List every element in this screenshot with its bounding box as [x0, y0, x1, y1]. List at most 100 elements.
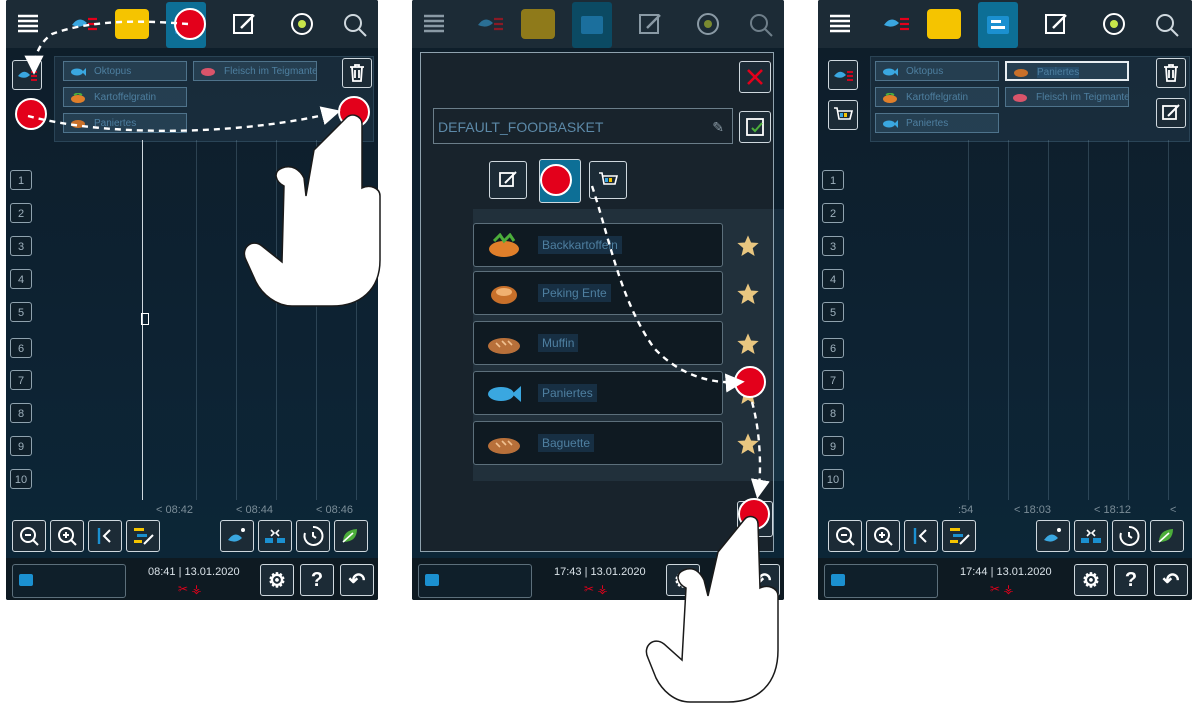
- back-button[interactable]: ↶: [340, 564, 374, 596]
- rack-level[interactable]: 2: [10, 203, 32, 223]
- save-button[interactable]: [739, 111, 771, 143]
- tab-cooking-app[interactable]: [1094, 4, 1134, 44]
- chip-oktopus[interactable]: Oktopus: [63, 61, 187, 81]
- star-icon[interactable]: [735, 331, 761, 357]
- tab-cooking-paths[interactable]: [470, 4, 510, 44]
- tab-edit-program[interactable]: [224, 4, 264, 44]
- tab-ipm-planner[interactable]: [572, 2, 612, 48]
- tab-search[interactable]: [334, 4, 374, 44]
- list-item[interactable]: Peking Ente: [473, 271, 723, 315]
- chip-fleisch[interactable]: Fleisch im Teigmantel: [1005, 87, 1129, 107]
- zoom-out-button[interactable]: [12, 520, 46, 552]
- tab-edit-program[interactable]: [630, 4, 670, 44]
- cooking-paths-button[interactable]: [828, 60, 858, 90]
- chip-paniertes[interactable]: Paniertes: [875, 113, 999, 133]
- rack-level[interactable]: 3: [822, 236, 844, 256]
- rack-level[interactable]: 7: [822, 370, 844, 390]
- rack-level[interactable]: 7: [10, 370, 32, 390]
- efficient-care-button[interactable]: [1150, 520, 1184, 552]
- chip-kartoffelgratin[interactable]: Kartoffelgratin: [63, 87, 187, 107]
- tab-basket[interactable]: [589, 161, 627, 199]
- rack-level[interactable]: 8: [10, 403, 32, 423]
- tab-cooking-paths[interactable]: [64, 4, 104, 44]
- edit-plan-button[interactable]: [942, 520, 976, 552]
- back-to-now-button[interactable]: [88, 520, 122, 552]
- chip-fleisch[interactable]: Fleisch im Teigmantel: [193, 61, 317, 81]
- rack-level[interactable]: 9: [10, 436, 32, 456]
- star-icon[interactable]: [735, 233, 761, 259]
- help-button[interactable]: ?: [1114, 564, 1148, 596]
- zoom-out-button[interactable]: [828, 520, 862, 552]
- tab-search[interactable]: [1146, 4, 1186, 44]
- tab-cooking-app[interactable]: [282, 4, 322, 44]
- back-button[interactable]: ↶: [1154, 564, 1188, 596]
- delete-button[interactable]: [342, 58, 372, 88]
- tab-cooking-paths[interactable]: [876, 4, 916, 44]
- dock-planner[interactable]: [12, 564, 126, 598]
- settings-button[interactable]: ⚙: [260, 564, 294, 596]
- rack-level[interactable]: 4: [10, 269, 32, 289]
- chip-kartoffelgratin[interactable]: Kartoffelgratin: [875, 87, 999, 107]
- close-button[interactable]: [739, 61, 771, 93]
- foodbasket-button[interactable]: [828, 100, 858, 130]
- delete-button[interactable]: [1156, 58, 1186, 88]
- tab-bakery[interactable]: [518, 4, 558, 44]
- rack-level[interactable]: 1: [10, 170, 32, 190]
- tab-menu[interactable]: [820, 4, 860, 44]
- rack-level[interactable]: 8: [822, 403, 844, 423]
- basket-name-value: DEFAULT_FOODBASKET: [438, 119, 604, 135]
- list-item[interactable]: Backkartoffeln: [473, 223, 723, 267]
- chip-paniertes-selected[interactable]: Paniertes: [1005, 61, 1129, 81]
- basket-name-field[interactable]: DEFAULT_FOODBASKET ✎: [433, 108, 733, 144]
- star-icon[interactable]: [735, 431, 761, 457]
- list-item[interactable]: Baguette: [473, 421, 723, 465]
- rack-level[interactable]: 10: [10, 469, 32, 489]
- rack-level[interactable]: 5: [822, 302, 844, 322]
- rack-level[interactable]: 1: [822, 170, 844, 190]
- tab-edit-program[interactable]: [1036, 4, 1076, 44]
- cleaning-button[interactable]: [220, 520, 254, 552]
- timer-button[interactable]: [296, 520, 330, 552]
- tab-search[interactable]: [740, 4, 780, 44]
- rack-level[interactable]: 6: [10, 338, 32, 358]
- edit-icon: [499, 171, 517, 187]
- clock: 08:41 | 13.01.2020: [148, 566, 240, 578]
- help-button[interactable]: ?: [300, 564, 334, 596]
- rack-level[interactable]: 5: [10, 302, 32, 322]
- edit-button[interactable]: [1156, 98, 1186, 128]
- tab-cooking-app[interactable]: [688, 4, 728, 44]
- tab-menu[interactable]: [8, 4, 48, 44]
- chip-oktopus[interactable]: Oktopus: [875, 61, 999, 81]
- settings-button[interactable]: ⚙: [666, 564, 700, 596]
- cooking-paths-button[interactable]: [12, 60, 42, 90]
- dock-planner[interactable]: [418, 564, 532, 598]
- zoom-in-button[interactable]: [866, 520, 900, 552]
- tab-bakery[interactable]: [924, 4, 964, 44]
- rack-level[interactable]: 2: [822, 203, 844, 223]
- tab-ipm-planner[interactable]: [978, 2, 1018, 48]
- timer-button[interactable]: [1112, 520, 1146, 552]
- time-cursor[interactable]: [141, 313, 149, 325]
- tab-menu[interactable]: [414, 4, 454, 44]
- optimize-button[interactable]: [1074, 520, 1108, 552]
- rack-level[interactable]: 9: [822, 436, 844, 456]
- tab-bakery[interactable]: [112, 4, 152, 44]
- list-item[interactable]: Muffin: [473, 321, 723, 365]
- rack-level[interactable]: 3: [10, 236, 32, 256]
- dock-planner[interactable]: [824, 564, 938, 598]
- back-to-now-button[interactable]: [904, 520, 938, 552]
- rack-level[interactable]: 4: [822, 269, 844, 289]
- back-button[interactable]: ↶: [746, 564, 780, 596]
- optimize-button[interactable]: [258, 520, 292, 552]
- edit-plan-button[interactable]: [126, 520, 160, 552]
- tab-edit[interactable]: [489, 161, 527, 199]
- list-item[interactable]: Paniertes: [473, 371, 723, 415]
- rack-level[interactable]: 10: [822, 469, 844, 489]
- cleaning-button[interactable]: [1036, 520, 1070, 552]
- efficient-care-button[interactable]: [334, 520, 368, 552]
- star-icon[interactable]: [735, 281, 761, 307]
- chip-paniertes[interactable]: Paniertes: [63, 113, 187, 133]
- rack-level[interactable]: 6: [822, 338, 844, 358]
- zoom-in-button[interactable]: [50, 520, 84, 552]
- settings-button[interactable]: ⚙: [1074, 564, 1108, 596]
